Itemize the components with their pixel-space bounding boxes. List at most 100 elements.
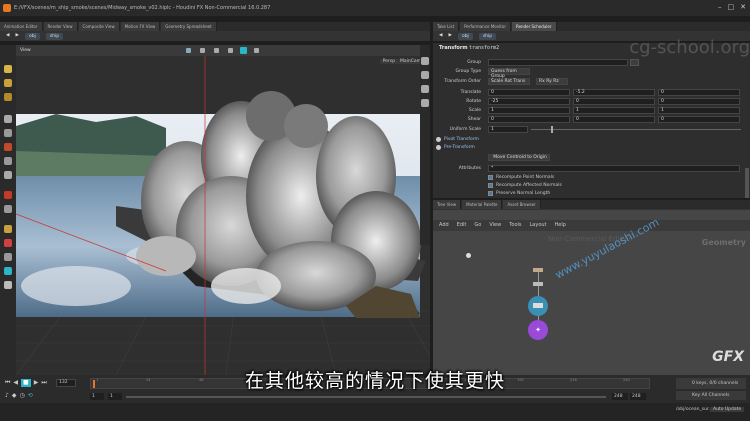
folder-toggle-icon[interactable] [436, 137, 441, 142]
rotate-z-field[interactable]: 0 [658, 98, 740, 105]
back-arrow-icon[interactable]: ◀ [439, 31, 442, 41]
menu-view[interactable]: View [489, 220, 501, 231]
rotation-order-menu[interactable]: Rx Ry Rz [536, 78, 568, 85]
magnet-tool-icon[interactable] [4, 225, 12, 233]
path-obj[interactable]: obj [24, 32, 40, 40]
tab-composite-view[interactable]: Composite View [78, 22, 120, 31]
points-icon[interactable] [421, 85, 429, 93]
uniform-scale-field[interactable]: 1 [488, 126, 528, 133]
translate-z-field[interactable]: 0 [658, 89, 740, 96]
back-arrow-icon[interactable]: ◀ [6, 31, 9, 41]
edit-tool-icon[interactable] [4, 205, 12, 213]
snap-icon[interactable] [240, 47, 247, 54]
wireframe-icon[interactable] [421, 71, 429, 79]
params-path-obj[interactable]: obj [457, 32, 473, 40]
view-tool-icon[interactable] [4, 157, 12, 165]
translate-x-field[interactable]: 0 [488, 89, 570, 96]
pose-tool-icon[interactable] [4, 143, 12, 151]
tab-geometry-spreadsheet[interactable]: Geometry Spreadsheet [161, 22, 217, 31]
context-label: Geometry [701, 238, 746, 247]
network-editor[interactable]: Add Edit Go View Tools Layout Help Non-C… [433, 210, 750, 375]
tab-tree-view[interactable]: Tree View [433, 200, 462, 209]
menu-edit[interactable]: Edit [457, 220, 467, 231]
group-select-icon[interactable] [630, 59, 639, 66]
forward-arrow-icon[interactable]: ▶ [15, 31, 18, 41]
group-field[interactable] [488, 59, 628, 66]
uniform-scale-slider[interactable] [531, 129, 741, 130]
rotate-x-field[interactable]: -25 [488, 98, 570, 105]
active-tool-icon[interactable] [4, 267, 12, 275]
tab-performance-monitor[interactable]: Performance Monitor [460, 22, 511, 31]
display-icon[interactable] [186, 48, 191, 53]
maximize-icon[interactable]: □ [728, 3, 735, 12]
group-type-menu[interactable]: Guess from Group [488, 68, 530, 79]
menu-help[interactable]: Help [555, 220, 566, 231]
auto-update-button[interactable]: Auto Update [710, 407, 745, 412]
scale-z-field[interactable]: 1 [658, 107, 740, 114]
attributes-field[interactable]: * [488, 165, 740, 172]
path-ship[interactable]: ship [45, 32, 64, 40]
snap-tool-icon[interactable] [4, 239, 12, 247]
ghost-icon[interactable] [421, 57, 429, 65]
camera-icon[interactable] [228, 48, 233, 53]
move-tool-icon[interactable] [4, 79, 12, 87]
params-scrollbar[interactable] [745, 168, 749, 198]
params-path-ship[interactable]: ship [478, 32, 497, 40]
select-tool-icon[interactable] [4, 65, 12, 73]
network-nav-icon[interactable] [466, 253, 471, 258]
normals-icon[interactable] [421, 99, 429, 107]
scene-viewport[interactable]: Persp MainCam [16, 56, 430, 375]
shear-y-field[interactable]: 0 [573, 116, 655, 123]
grid-icon[interactable] [254, 48, 259, 53]
range-slider[interactable] [126, 396, 606, 398]
menu-add[interactable]: Add [439, 220, 449, 231]
shear-x-field[interactable]: 0 [488, 116, 570, 123]
param-row-uniform-scale: Uniform Scale 1 [433, 125, 741, 134]
pre-transform-folder[interactable]: Pre-Transform [433, 143, 741, 152]
light-icon[interactable] [214, 48, 219, 53]
translate-y-field[interactable]: -5.2 [573, 89, 655, 96]
rotate-tool-icon[interactable] [4, 93, 12, 101]
tab-take-list[interactable]: Take List [433, 22, 460, 31]
pointer-icon[interactable] [4, 115, 12, 123]
transform2-node[interactable] [533, 303, 543, 308]
transform-order-menu[interactable]: Scale Rot Trans [488, 78, 530, 85]
persp-menu[interactable]: Persp [379, 59, 398, 64]
menu-layout[interactable]: Layout [530, 220, 547, 231]
render-region-icon[interactable] [4, 171, 12, 179]
tab-render-view[interactable]: Render View [43, 22, 78, 31]
handle-icon[interactable] [4, 129, 12, 137]
minimize-icon[interactable]: – [718, 3, 722, 12]
end-frame-b-field[interactable]: 248 [630, 393, 646, 400]
rotate-y-field[interactable]: 0 [573, 98, 655, 105]
display-options-icon[interactable] [4, 281, 12, 289]
recompute-point-normals-checkbox[interactable] [488, 175, 493, 180]
tab-animation-editor[interactable]: Animation Editor [0, 22, 43, 31]
loop-icon[interactable]: ⟲ [28, 392, 33, 399]
scale-x-field[interactable]: 1 [488, 107, 570, 114]
menu-tools[interactable]: Tools [509, 220, 521, 231]
end-frame-field[interactable]: 248 [612, 393, 628, 400]
recompute-affected-normals-checkbox[interactable] [488, 183, 493, 188]
shading-icon[interactable] [200, 48, 205, 53]
shear-z-field[interactable]: 0 [658, 116, 740, 123]
slider-handle[interactable] [551, 126, 553, 133]
align-tool-icon[interactable] [4, 253, 12, 261]
start-frame-b-field[interactable]: 1 [108, 393, 122, 400]
tab-material-palette[interactable]: Material Palette [462, 200, 503, 209]
audio-icon[interactable]: ♪ [5, 392, 9, 399]
keyframe-icon[interactable]: ◆ [12, 392, 17, 399]
tab-motion-fx-view[interactable]: Motion FX View [120, 22, 161, 31]
folder-toggle-icon[interactable] [436, 145, 441, 150]
start-frame-field[interactable]: 1 [90, 393, 104, 400]
paint-tool-icon[interactable] [4, 191, 12, 199]
preserve-normal-length-checkbox[interactable] [488, 191, 493, 196]
realtime-icon[interactable]: ◷ [19, 392, 24, 399]
scale-y-field[interactable]: 1 [573, 107, 655, 114]
move-centroid-button[interactable]: Move Centroid to Origin [488, 154, 550, 161]
close-icon[interactable]: ✕ [740, 3, 746, 12]
tab-asset-browser[interactable]: Asset Browser [503, 200, 541, 209]
tab-render-scheduler[interactable]: Render Scheduler [511, 22, 557, 31]
menu-go[interactable]: Go [474, 220, 481, 231]
forward-arrow-icon[interactable]: ▶ [448, 31, 451, 41]
